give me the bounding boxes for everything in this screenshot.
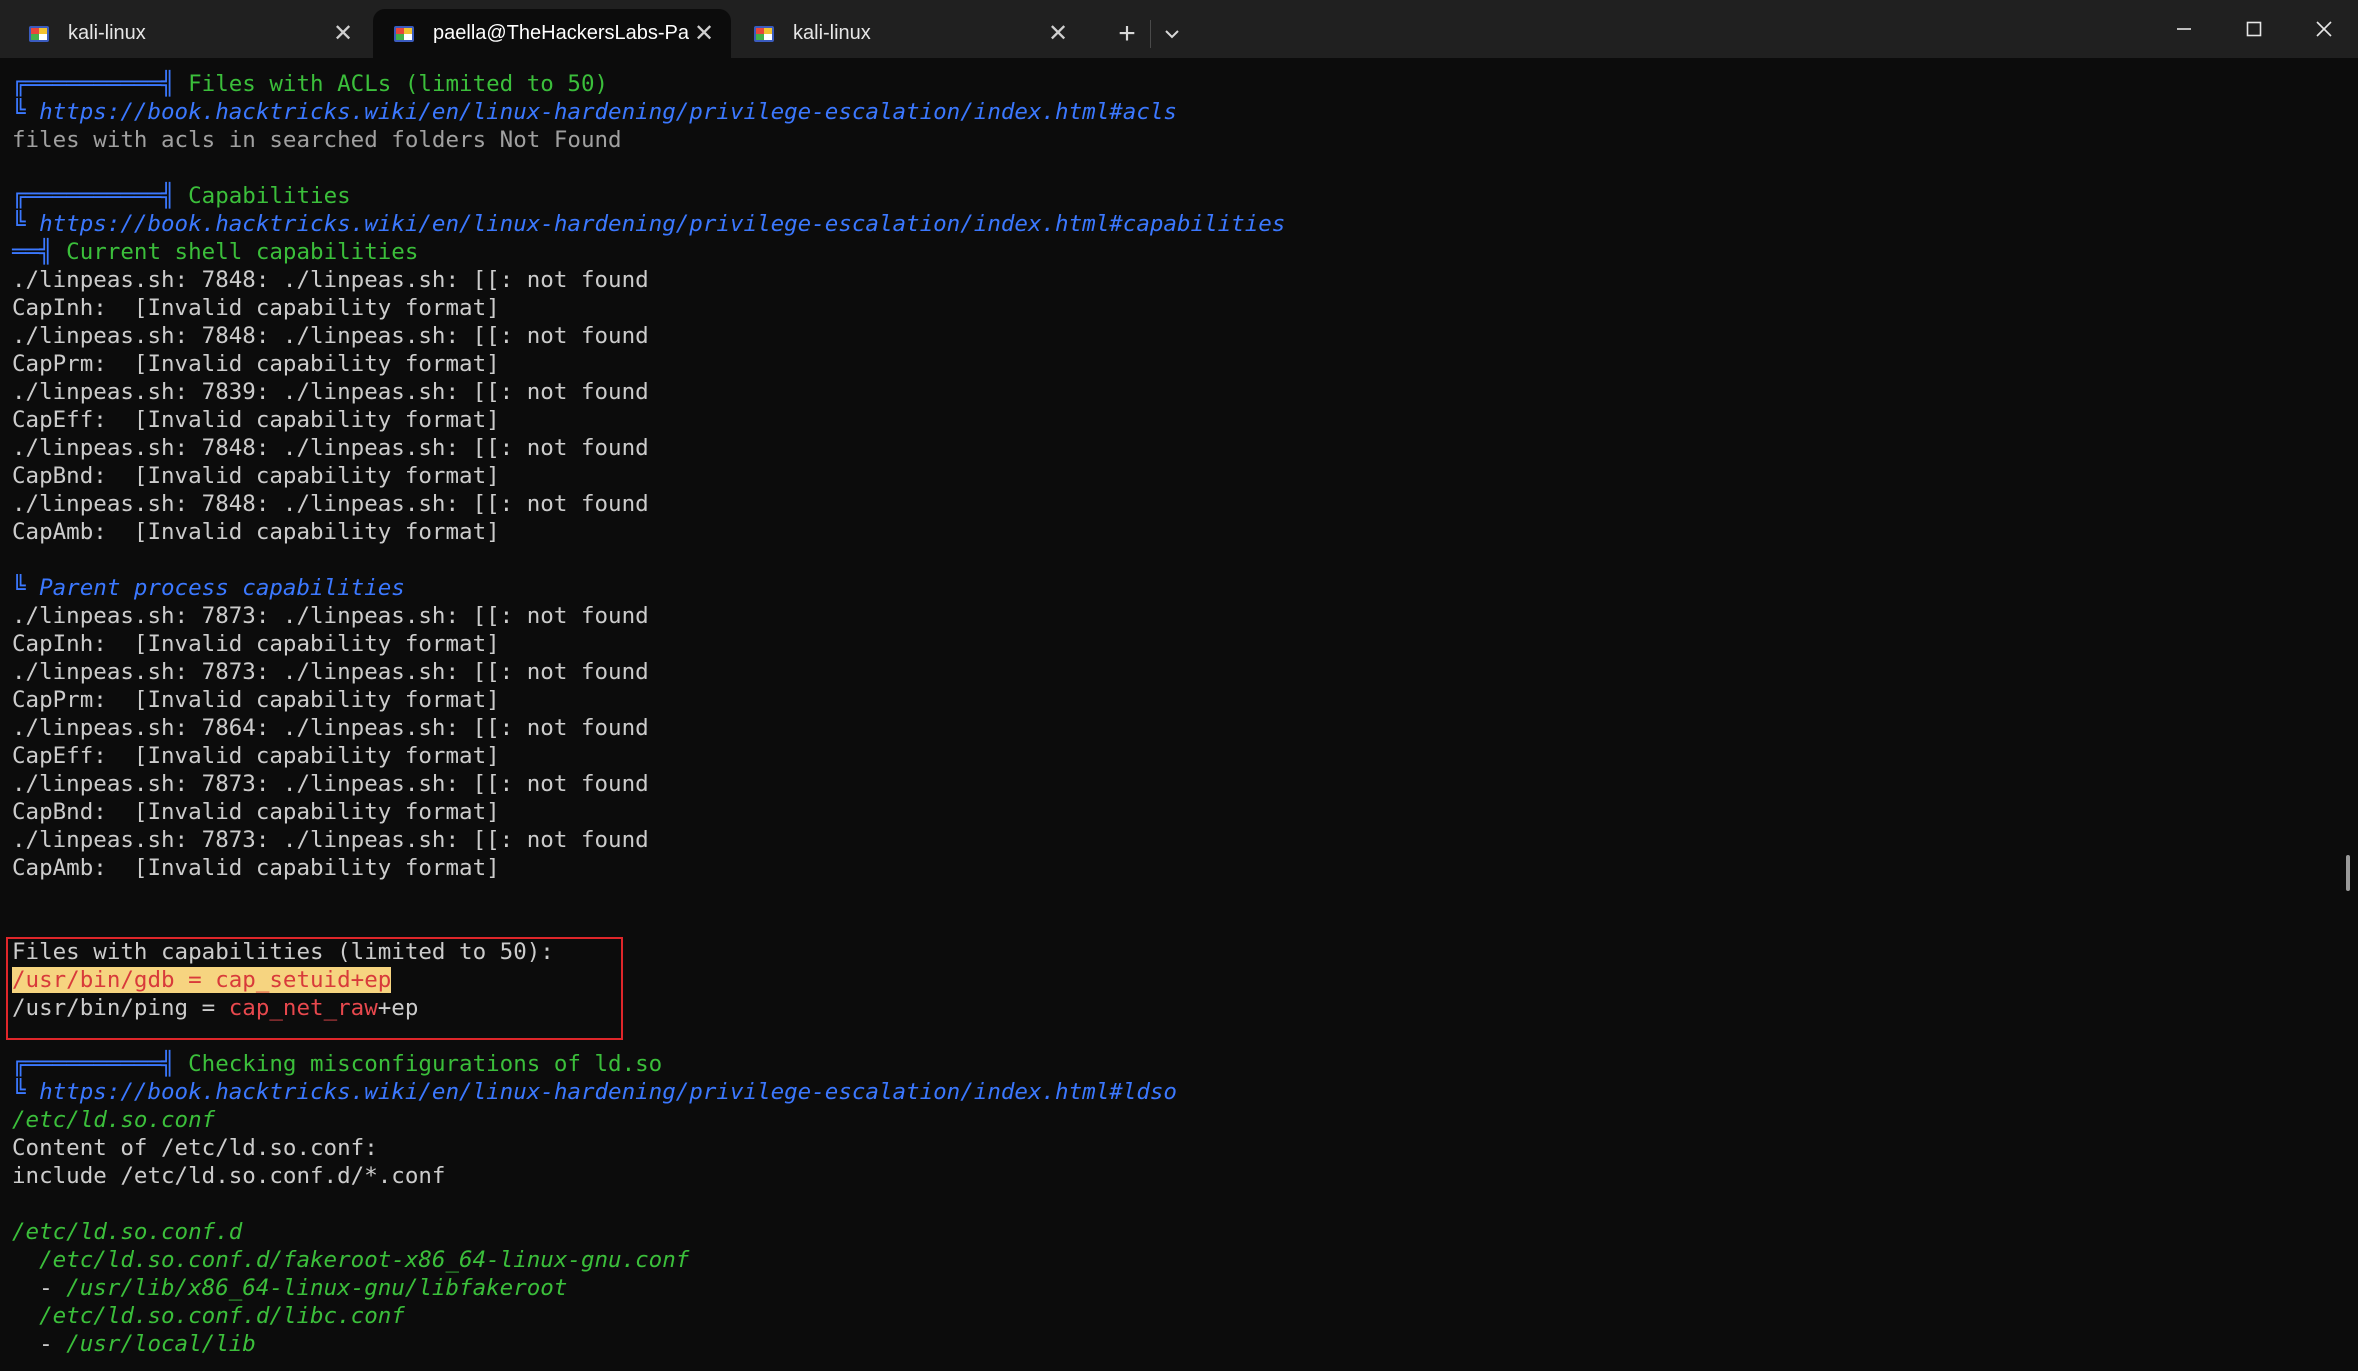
fakeroot-lib-line: - /usr/lib/x86_64-linux-gnu/libfakeroot — [12, 1274, 567, 1302]
subsection-current-shell: ══╣ Current shell capabilities — [12, 238, 418, 266]
ld-so-conf-d-path: /etc/ld.so.conf.d — [12, 1219, 243, 1245]
lib-path: /usr/lib/x86_64-linux-gnu/libfakeroot — [66, 1275, 568, 1301]
output-line: ./linpeas.sh: 7839: ./linpeas.sh: [[: no… — [12, 379, 649, 405]
box-drawing: ╚ — [12, 575, 40, 601]
output-line: CapInh: [Invalid capability format] — [12, 631, 500, 657]
terminal-app-icon — [393, 23, 415, 45]
output-line: CapInh: [Invalid capability format] — [12, 295, 500, 321]
terminal-output[interactable]: ╔══════════╣ Files with ACLs (limited to… — [0, 58, 2340, 1371]
chevron-down-icon[interactable] — [1152, 14, 1192, 54]
box-drawing: ╔══════════╣ — [12, 71, 175, 97]
link-text[interactable]: https://book.hacktricks.wiki/en/linux-ha… — [39, 211, 1285, 237]
terminal-app-icon — [753, 23, 775, 45]
output-line: ./linpeas.sh: 7848: ./linpeas.sh: [[: no… — [12, 491, 649, 517]
close-window-button[interactable] — [2290, 0, 2358, 58]
section-header-capabilities: ╔══════════╣ Capabilities — [12, 182, 351, 210]
output-line: ./linpeas.sh: 7873: ./linpeas.sh: [[: no… — [12, 603, 649, 629]
tab-label: paella@TheHackersLabs-Paella — [433, 22, 689, 44]
output-line: ./linpeas.sh: 7864: ./linpeas.sh: [[: no… — [12, 715, 649, 741]
box-drawing: ╔══════════╣ — [12, 1051, 175, 1077]
box-drawing: ╚ — [12, 1079, 40, 1105]
terminal-app-icon — [28, 23, 50, 45]
output-line: CapAmb: [Invalid capability format] — [12, 519, 500, 545]
new-tab-button[interactable]: + — [1107, 14, 1147, 54]
lib-path: /usr/local/lib — [66, 1331, 256, 1357]
list-dash: - — [12, 1275, 67, 1301]
output-line: Content of /etc/ld.so.conf: — [12, 1135, 378, 1161]
tab-kali-linux-2[interactable]: kali-linux ✕ — [733, 9, 1085, 58]
box-drawing: ╔══════════╣ — [12, 183, 175, 209]
libc-conf-path: /etc/ld.so.conf.d/libc.conf — [12, 1303, 405, 1329]
box-drawing: ╚ — [12, 211, 40, 237]
subsection-title: Parent process capabilities — [39, 575, 405, 601]
list-dash: - — [12, 1331, 67, 1357]
section-header-ldso: ╔══════════╣ Checking misconfigurations … — [12, 1050, 662, 1078]
box-drawing: ╚ — [12, 99, 40, 125]
tab-separator — [1150, 20, 1151, 48]
link-text[interactable]: https://book.hacktricks.wiki/en/linux-ha… — [39, 1079, 1177, 1105]
output-line: ./linpeas.sh: 7848: ./linpeas.sh: [[: no… — [12, 323, 649, 349]
tab-paella[interactable]: paella@TheHackersLabs-Paella ✕ — [373, 9, 731, 58]
output-line: ./linpeas.sh: 7873: ./linpeas.sh: [[: no… — [12, 771, 649, 797]
output-line: CapAmb: [Invalid capability format] — [12, 855, 500, 881]
fakeroot-conf-path: /etc/ld.so.conf.d/fakeroot-x86_64-linux-… — [12, 1247, 690, 1273]
close-tab-icon[interactable]: ✕ — [1043, 19, 1073, 49]
output-line: include /etc/ld.so.conf.d/*.conf — [12, 1163, 446, 1189]
scrollbar-thumb[interactable] — [2346, 855, 2350, 891]
output-line: CapEff: [Invalid capability format] — [12, 407, 500, 433]
hacktricks-link-acls[interactable]: ╚ https://book.hacktricks.wiki/en/linux-… — [12, 98, 1177, 126]
output-line: files with acls in searched folders Not … — [12, 127, 622, 153]
box-drawing: ══╣ — [12, 239, 53, 265]
subsection-title: Current shell capabilities — [52, 239, 419, 265]
maximize-button[interactable] — [2220, 0, 2288, 58]
ld-so-conf-path: /etc/ld.so.conf — [12, 1107, 216, 1133]
title-bar: kali-linux ✕ paella@TheHackersLabs-Paell… — [0, 0, 2358, 58]
tab-kali-linux-1[interactable]: kali-linux ✕ — [8, 9, 370, 58]
hacktricks-link-capabilities[interactable]: ╚ https://book.hacktricks.wiki/en/linux-… — [12, 210, 1285, 238]
tab-label: kali-linux — [68, 22, 146, 44]
hacktricks-link-ldso[interactable]: ╚ https://book.hacktricks.wiki/en/linux-… — [12, 1078, 1177, 1106]
subsection-parent-process: ╚ Parent process capabilities — [12, 574, 405, 602]
output-line: CapEff: [Invalid capability format] — [12, 743, 500, 769]
section-title: Checking misconfigurations of ld.so — [174, 1051, 663, 1077]
output-line: CapPrm: [Invalid capability format] — [12, 687, 500, 713]
output-line: CapBnd: [Invalid capability format] — [12, 463, 500, 489]
output-line: ./linpeas.sh: 7873: ./linpeas.sh: [[: no… — [12, 827, 649, 853]
output-line: CapBnd: [Invalid capability format] — [12, 799, 500, 825]
output-line: ./linpeas.sh: 7848: ./linpeas.sh: [[: no… — [12, 267, 649, 293]
minimize-button[interactable] — [2150, 0, 2218, 58]
libc-lib-line: - /usr/local/lib — [12, 1330, 256, 1358]
section-title: Files with ACLs (limited to 50) — [174, 71, 609, 97]
output-line: CapPrm: [Invalid capability format] — [12, 351, 500, 377]
tab-label: kali-linux — [793, 22, 871, 44]
close-tab-icon[interactable]: ✕ — [328, 19, 358, 49]
section-header-acls: ╔══════════╣ Files with ACLs (limited to… — [12, 70, 608, 98]
highlight-annotation-box — [6, 937, 623, 1040]
output-line: ./linpeas.sh: 7873: ./linpeas.sh: [[: no… — [12, 659, 649, 685]
close-tab-icon[interactable]: ✕ — [689, 19, 719, 49]
section-title: Capabilities — [174, 183, 351, 209]
output-line: ./linpeas.sh: 7848: ./linpeas.sh: [[: no… — [12, 435, 649, 461]
link-text[interactable]: https://book.hacktricks.wiki/en/linux-ha… — [39, 99, 1177, 125]
